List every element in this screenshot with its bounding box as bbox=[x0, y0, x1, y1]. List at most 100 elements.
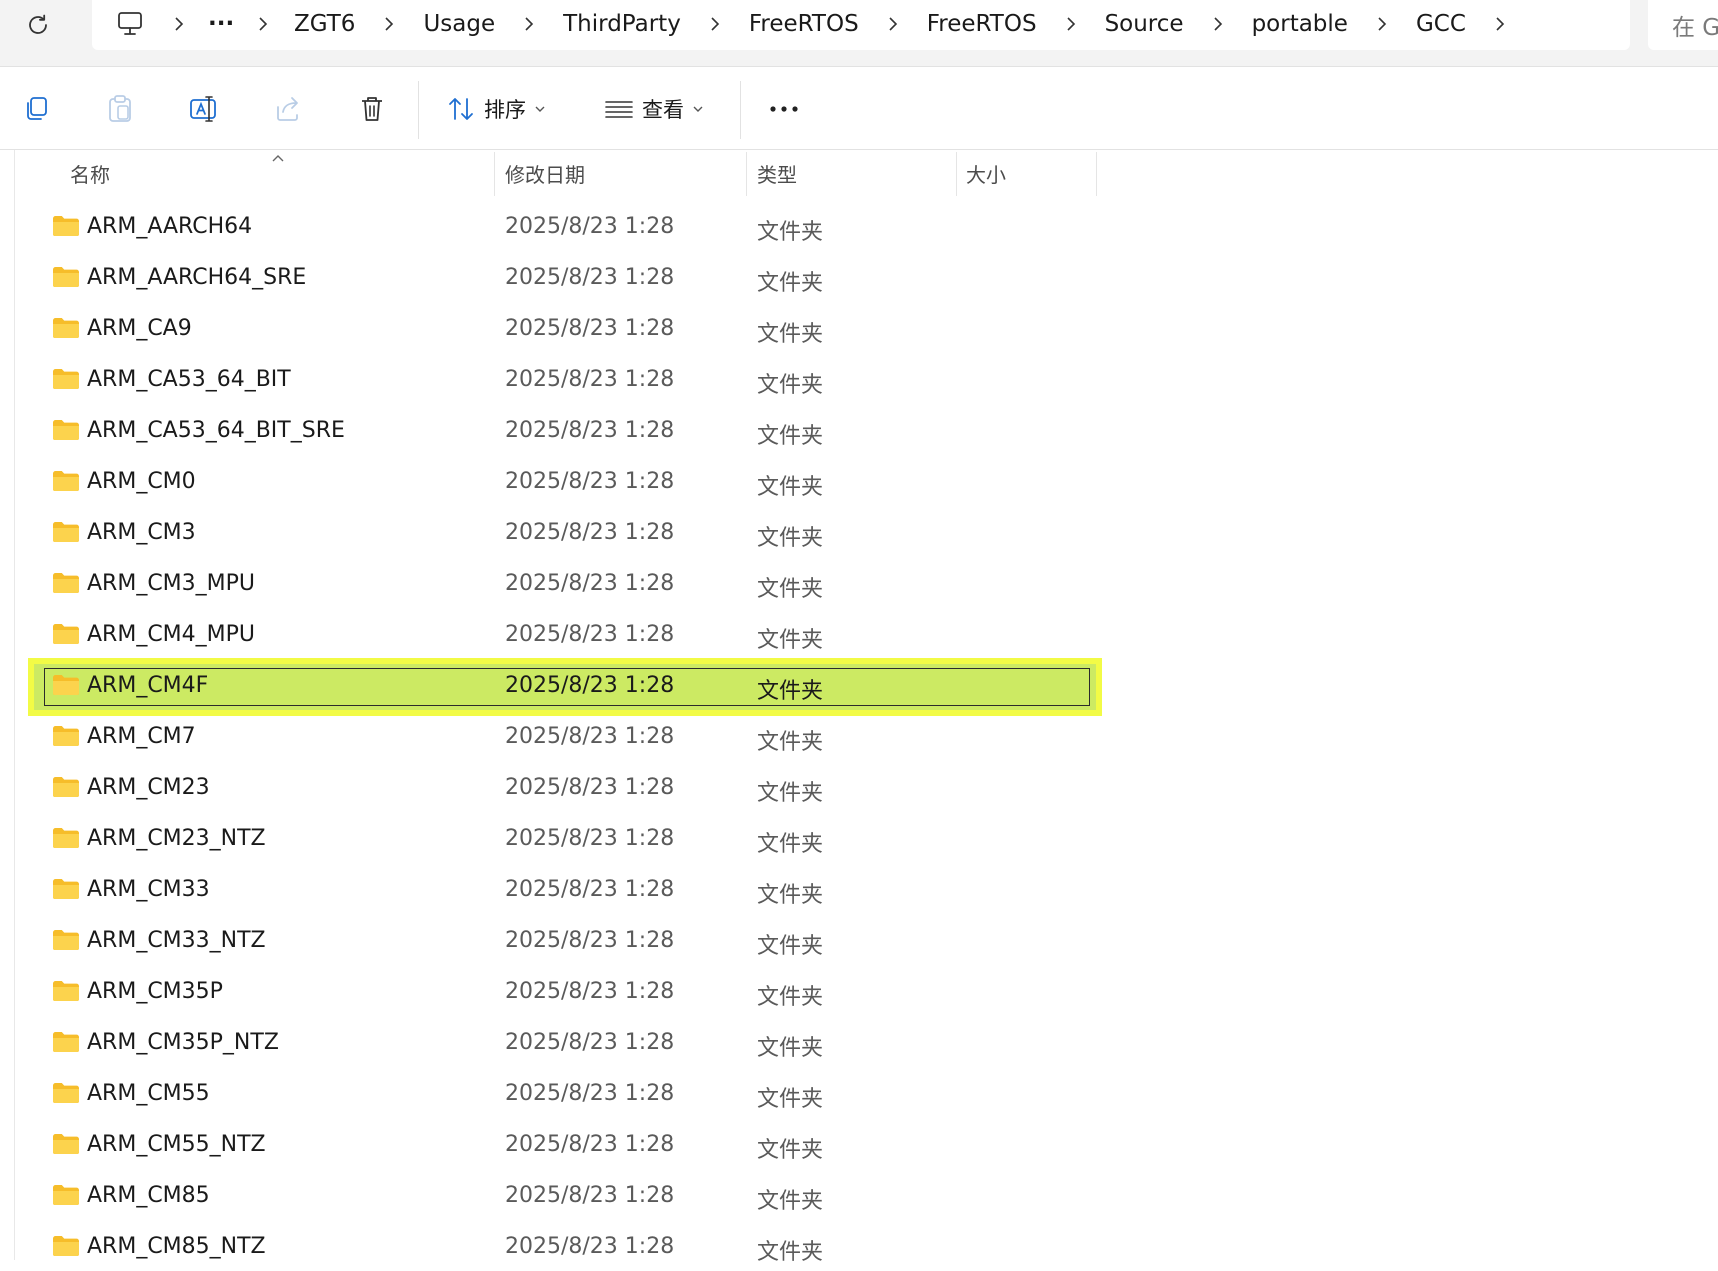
breadcrumb-separator-chevron-icon[interactable] bbox=[1472, 4, 1528, 44]
breadcrumb-item[interactable]: Usage bbox=[417, 11, 501, 37]
folder-icon bbox=[52, 623, 80, 649]
file-name: ARM_CM4_MPU bbox=[87, 622, 256, 647]
address-bar: ··· ZGT6 Usage ThirdParty FreeRTOS FreeRTOS S… bbox=[0, 0, 1718, 67]
breadcrumb-item[interactable]: portable bbox=[1246, 11, 1354, 37]
file-name: ARM_CM7 bbox=[87, 724, 196, 749]
table-row[interactable]: ARM_CM23 2025/8/23 1:28 文件夹 bbox=[34, 766, 1096, 812]
file-name: ARM_CM33 bbox=[87, 877, 210, 902]
file-modified: 2025/8/23 1:28 bbox=[505, 1030, 675, 1055]
file-name: ARM_CM0 bbox=[87, 469, 196, 494]
view-menu-button[interactable]: 查看 bbox=[604, 87, 704, 131]
file-modified: 2025/8/23 1:28 bbox=[505, 877, 675, 902]
column-header-type[interactable]: 类型 bbox=[757, 150, 797, 196]
file-modified: 2025/8/23 1:28 bbox=[505, 724, 675, 749]
table-row[interactable]: ARM_CM3_MPU 2025/8/23 1:28 文件夹 bbox=[34, 562, 1096, 608]
more-options-button[interactable] bbox=[762, 87, 806, 131]
sort-icon bbox=[449, 98, 473, 120]
computer-icon[interactable] bbox=[110, 11, 150, 37]
breadcrumb-separator-chevron-icon[interactable] bbox=[687, 4, 743, 44]
table-row[interactable]: ARM_AARCH64 2025/8/23 1:28 文件夹 bbox=[34, 205, 1096, 251]
breadcrumb-item[interactable]: FreeRTOS bbox=[743, 11, 865, 37]
breadcrumb-separator-chevron-icon[interactable] bbox=[361, 4, 417, 44]
table-row[interactable]: ARM_CM85 2025/8/23 1:28 文件夹 bbox=[34, 1174, 1096, 1220]
table-row[interactable]: ARM_CA53_64_BIT_SRE 2025/8/23 1:28 文件夹 bbox=[34, 409, 1096, 455]
sort-menu-button[interactable]: 排序 bbox=[446, 87, 546, 131]
file-type: 文件夹 bbox=[757, 985, 824, 1010]
breadcrumb-overflow-button[interactable]: ··· bbox=[208, 11, 238, 37]
table-row[interactable]: ARM_CM55_NTZ 2025/8/23 1:28 文件夹 bbox=[34, 1123, 1096, 1169]
breadcrumb-separator-chevron-icon[interactable] bbox=[501, 4, 557, 44]
toolbar-divider bbox=[418, 81, 419, 139]
table-row[interactable]: ARM_CA9 2025/8/23 1:28 文件夹 bbox=[34, 307, 1096, 353]
file-modified: 2025/8/23 1:28 bbox=[505, 214, 675, 239]
breadcrumb-separator-chevron-icon[interactable] bbox=[1190, 4, 1246, 44]
search-input[interactable]: 在 G bbox=[1648, 0, 1718, 50]
file-name: ARM_CM3_MPU bbox=[87, 571, 256, 596]
breadcrumb-item[interactable]: FreeRTOS bbox=[921, 11, 1043, 37]
file-name: ARM_CA9 bbox=[87, 316, 192, 341]
file-modified: 2025/8/23 1:28 bbox=[505, 265, 675, 290]
column-header-size[interactable]: 大小 bbox=[966, 150, 1006, 196]
folder-icon bbox=[52, 674, 80, 700]
folder-icon bbox=[52, 929, 80, 955]
file-modified: 2025/8/23 1:28 bbox=[505, 775, 675, 800]
refresh-button[interactable] bbox=[20, 10, 56, 40]
file-name: ARM_CM3 bbox=[87, 520, 196, 545]
breadcrumb-separator-chevron-icon[interactable] bbox=[150, 4, 208, 44]
file-type: 文件夹 bbox=[757, 730, 824, 755]
file-name: ARM_CM35P bbox=[87, 979, 223, 1004]
file-name: ARM_CM85_NTZ bbox=[87, 1234, 266, 1259]
file-modified: 2025/8/23 1:28 bbox=[505, 520, 675, 545]
breadcrumb-separator-chevron-icon[interactable] bbox=[238, 4, 288, 44]
table-row[interactable]: ARM_CM35P_NTZ 2025/8/23 1:28 文件夹 bbox=[34, 1021, 1096, 1067]
table-row[interactable]: ARM_CM33_NTZ 2025/8/23 1:28 文件夹 bbox=[34, 919, 1096, 965]
file-name: ARM_AARCH64 bbox=[87, 214, 253, 239]
file-type: 文件夹 bbox=[757, 628, 824, 653]
search-placeholder: 在 G bbox=[1672, 15, 1718, 41]
list-view-icon bbox=[605, 101, 633, 118]
file-modified: 2025/8/23 1:28 bbox=[505, 367, 675, 392]
table-row[interactable]: ARM_CM23_NTZ 2025/8/23 1:28 文件夹 bbox=[34, 817, 1096, 863]
breadcrumb-separator-chevron-icon[interactable] bbox=[865, 4, 921, 44]
folder-icon bbox=[52, 572, 80, 598]
column-separator[interactable] bbox=[956, 152, 957, 196]
table-row[interactable]: ARM_CM35P 2025/8/23 1:28 文件夹 bbox=[34, 970, 1096, 1016]
breadcrumb-item[interactable]: Source bbox=[1099, 11, 1190, 37]
rename-button[interactable] bbox=[182, 87, 226, 131]
table-row[interactable]: ARM_CM3 2025/8/23 1:28 文件夹 bbox=[34, 511, 1096, 557]
copy-button[interactable] bbox=[14, 87, 58, 131]
folder-icon bbox=[52, 1235, 80, 1261]
file-modified: 2025/8/23 1:28 bbox=[505, 316, 675, 341]
table-row[interactable]: ARM_CM7 2025/8/23 1:28 文件夹 bbox=[34, 715, 1096, 761]
file-type: 文件夹 bbox=[757, 679, 824, 704]
folder-icon bbox=[52, 980, 80, 1006]
table-row[interactable]: ARM_CM55 2025/8/23 1:28 文件夹 bbox=[34, 1072, 1096, 1118]
table-row[interactable]: ARM_CM33 2025/8/23 1:28 文件夹 bbox=[34, 868, 1096, 914]
breadcrumb-separator-chevron-icon[interactable] bbox=[1043, 4, 1099, 44]
folder-icon bbox=[52, 878, 80, 904]
column-header-modified[interactable]: 修改日期 bbox=[505, 150, 585, 196]
breadcrumb-separator-chevron-icon[interactable] bbox=[1354, 4, 1410, 44]
column-separator[interactable] bbox=[746, 152, 747, 196]
table-row[interactable]: ARM_AARCH64_SRE 2025/8/23 1:28 文件夹 bbox=[34, 256, 1096, 302]
breadcrumb-item[interactable]: GCC bbox=[1410, 11, 1472, 37]
file-type: 文件夹 bbox=[757, 934, 824, 959]
table-row[interactable]: ARM_CM4_MPU 2025/8/23 1:28 文件夹 bbox=[34, 613, 1096, 659]
clipboard-icon bbox=[109, 95, 131, 122]
table-row[interactable]: ARM_CM85_NTZ 2025/8/23 1:28 文件夹 bbox=[34, 1225, 1096, 1271]
delete-button[interactable] bbox=[350, 87, 394, 131]
table-row[interactable]: ARM_CA53_64_BIT 2025/8/23 1:28 文件夹 bbox=[34, 358, 1096, 404]
folder-icon bbox=[52, 1184, 80, 1210]
paste-button[interactable] bbox=[98, 87, 142, 131]
table-row[interactable]: ARM_CM0 2025/8/23 1:28 文件夹 bbox=[34, 460, 1096, 506]
file-type: 文件夹 bbox=[757, 1087, 824, 1112]
table-row-selected[interactable]: ARM_CM4F 2025/8/23 1:28 文件夹 bbox=[34, 664, 1096, 710]
column-separator[interactable] bbox=[494, 152, 495, 196]
breadcrumb-item[interactable]: ZGT6 bbox=[288, 11, 361, 37]
share-button[interactable] bbox=[266, 87, 310, 131]
breadcrumb-item[interactable]: ThirdParty bbox=[557, 11, 687, 37]
column-header-name[interactable]: 名称 bbox=[70, 150, 110, 196]
folder-icon bbox=[52, 776, 80, 802]
breadcrumb[interactable]: ··· ZGT6 Usage ThirdParty FreeRTOS FreeRTOS S… bbox=[92, 0, 1630, 50]
column-separator[interactable] bbox=[1096, 152, 1097, 196]
